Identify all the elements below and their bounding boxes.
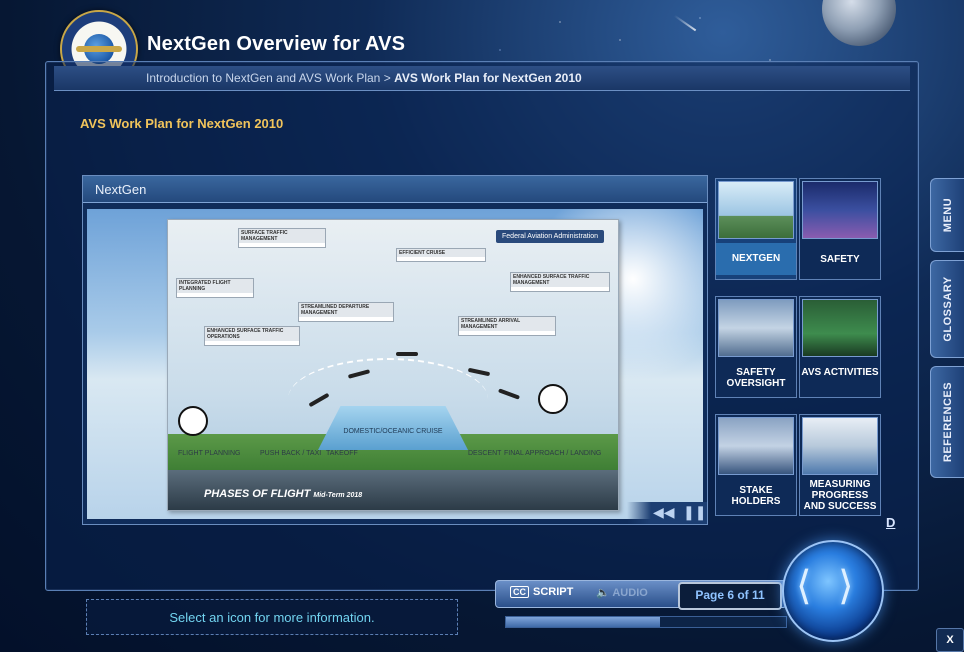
poster-ocean: DOMESTIC/OCEANIC CRUISE — [318, 406, 468, 450]
poster-footer-title: PHASES OF FLIGHT Mid-Term 2018 — [204, 488, 363, 500]
tile-safety-oversight[interactable]: SAFETY OVERSIGHT — [715, 296, 797, 398]
phases-of-flight-poster: Federal Aviation Administration SURFACE … — [167, 219, 619, 511]
tab-references[interactable]: REFERENCES — [930, 366, 964, 478]
tile-stake-holders[interactable]: STAKE HOLDERS — [715, 414, 797, 516]
viewer-title-bar: NextGen — [83, 176, 707, 203]
tab-glossary-label: GLOSSARY — [942, 276, 954, 342]
tile-safety[interactable]: SAFETY — [799, 178, 881, 280]
poster-footer: PHASES OF FLIGHT Mid-Term 2018 — [168, 470, 618, 510]
phase-label: TAKEOFF — [326, 450, 358, 457]
tab-menu-label: MENU — [942, 197, 954, 233]
app-title: NextGen Overview for AVS — [147, 33, 406, 55]
poster-box-title: STREAMLINED DEPARTURE MANAGEMENT — [299, 303, 393, 317]
avs-activities-thumbnail — [802, 299, 878, 357]
tab-menu[interactable]: MENU — [930, 178, 964, 252]
phase-label: DESCENT — [468, 450, 502, 457]
phase-labels: FLIGHT PLANNING PUSH BACK / TAXI TAKEOFF… — [174, 448, 614, 462]
description-link[interactable]: D — [886, 515, 895, 530]
ocean-label: DOMESTIC/OCEANIC CRUISE — [343, 428, 443, 435]
media-viewer: NextGen Federal Aviation Administration … — [82, 175, 708, 525]
poster-box: INTEGRATED FLIGHT PLANNING — [176, 278, 254, 298]
tile-measuring-progress[interactable]: MEASURING PROGRESS AND SUCCESS — [799, 414, 881, 516]
page-counter: Page 6 of 11 — [678, 582, 782, 610]
stake-holders-thumbnail — [718, 417, 794, 475]
viewer-controls: ◀◀ ❚❚ — [627, 502, 707, 524]
tile-label: SAFETY OVERSIGHT — [726, 367, 786, 389]
breadcrumb-parent[interactable]: Introduction to NextGen and AVS Work Pla… — [146, 71, 380, 85]
previous-page-button[interactable]: ⟨ — [796, 566, 812, 606]
tile-avs-activities[interactable]: AVS ACTIVITIES — [799, 296, 881, 398]
tab-references-label: REFERENCES — [942, 381, 954, 463]
nextgen-thumbnail — [718, 181, 794, 239]
poster-box-title: STREAMLINED ARRIVAL MANAGEMENT — [459, 317, 555, 331]
tile-label: STAKE HOLDERS — [731, 485, 781, 507]
poster-box: STREAMLINED ARRIVAL MANAGEMENT — [458, 316, 556, 336]
audio-button[interactable]: 🔈 AUDIO — [596, 586, 648, 599]
phase-label: FLIGHT PLANNING — [178, 450, 241, 457]
plane-icon — [396, 352, 418, 356]
poster-box-title: INTEGRATED FLIGHT PLANNING — [177, 279, 253, 293]
script-button[interactable]: CC SCRIPT — [510, 586, 573, 598]
wing-icon — [76, 46, 122, 52]
poster-box-title: EFFICIENT CRUISE — [397, 249, 485, 257]
script-label: SCRIPT — [533, 586, 574, 598]
progress-fill — [506, 617, 660, 627]
poster-box-title: ENHANCED SURFACE TRAFFIC MANAGEMENT — [511, 273, 609, 287]
breadcrumb: Introduction to NextGen and AVS Work Pla… — [146, 71, 582, 85]
safety-thumbnail — [802, 181, 878, 239]
person-icon — [178, 406, 208, 436]
pause-icon[interactable]: ❚❚ — [683, 505, 706, 519]
status-message: Select an icon for more information. — [169, 610, 375, 625]
status-message-box: Select an icon for more information. — [86, 599, 458, 635]
poster-box-title: ENHANCED SURFACE TRAFFIC OPERATIONS — [205, 327, 299, 341]
tab-glossary[interactable]: GLOSSARY — [930, 260, 964, 358]
audio-label: AUDIO — [612, 587, 648, 599]
viewer-image: Federal Aviation Administration SURFACE … — [87, 209, 703, 519]
poster-box: SURFACE TRAFFIC MANAGEMENT — [238, 228, 326, 248]
tile-nextgen[interactable]: NEXTGEN — [715, 178, 797, 280]
speaker-icon: 🔈 — [596, 587, 610, 599]
poster-box: ENHANCED SURFACE TRAFFIC MANAGEMENT — [510, 272, 610, 292]
progress-track[interactable] — [505, 616, 787, 628]
poster-box-title: SURFACE TRAFFIC MANAGEMENT — [239, 229, 325, 243]
measuring-progress-thumbnail — [802, 417, 878, 475]
next-page-button[interactable]: ⟩ — [838, 566, 854, 606]
viewer-title: NextGen — [95, 182, 147, 197]
tile-label: MEASURING PROGRESS AND SUCCESS — [803, 479, 877, 512]
breadcrumb-current: AVS Work Plan for NextGen 2010 — [394, 71, 582, 85]
page-heading: AVS Work Plan for NextGen 2010 — [80, 116, 284, 131]
person-icon — [538, 384, 568, 414]
tile-label: SAFETY — [820, 254, 860, 265]
poster-org: Federal Aviation Administration — [496, 230, 604, 243]
tile-label: NEXTGEN — [716, 243, 796, 275]
rewind-icon[interactable]: ◀◀ — [653, 505, 675, 519]
phase-label: FINAL APPROACH / LANDING — [504, 450, 602, 457]
breadcrumb-separator: > — [383, 71, 391, 85]
cc-icon: CC — [510, 586, 529, 598]
poster-box: ENHANCED SURFACE TRAFFIC OPERATIONS — [204, 326, 300, 346]
page-counter-text: Page 6 of 11 — [695, 588, 765, 602]
poster-box: STREAMLINED DEPARTURE MANAGEMENT — [298, 302, 394, 322]
safety-oversight-thumbnail — [718, 299, 794, 357]
poster-box: EFFICIENT CRUISE — [396, 248, 486, 262]
tile-label: AVS ACTIVITIES — [801, 367, 879, 378]
phase-label: PUSH BACK / TAXI — [260, 450, 322, 457]
close-button[interactable]: X — [936, 628, 964, 652]
